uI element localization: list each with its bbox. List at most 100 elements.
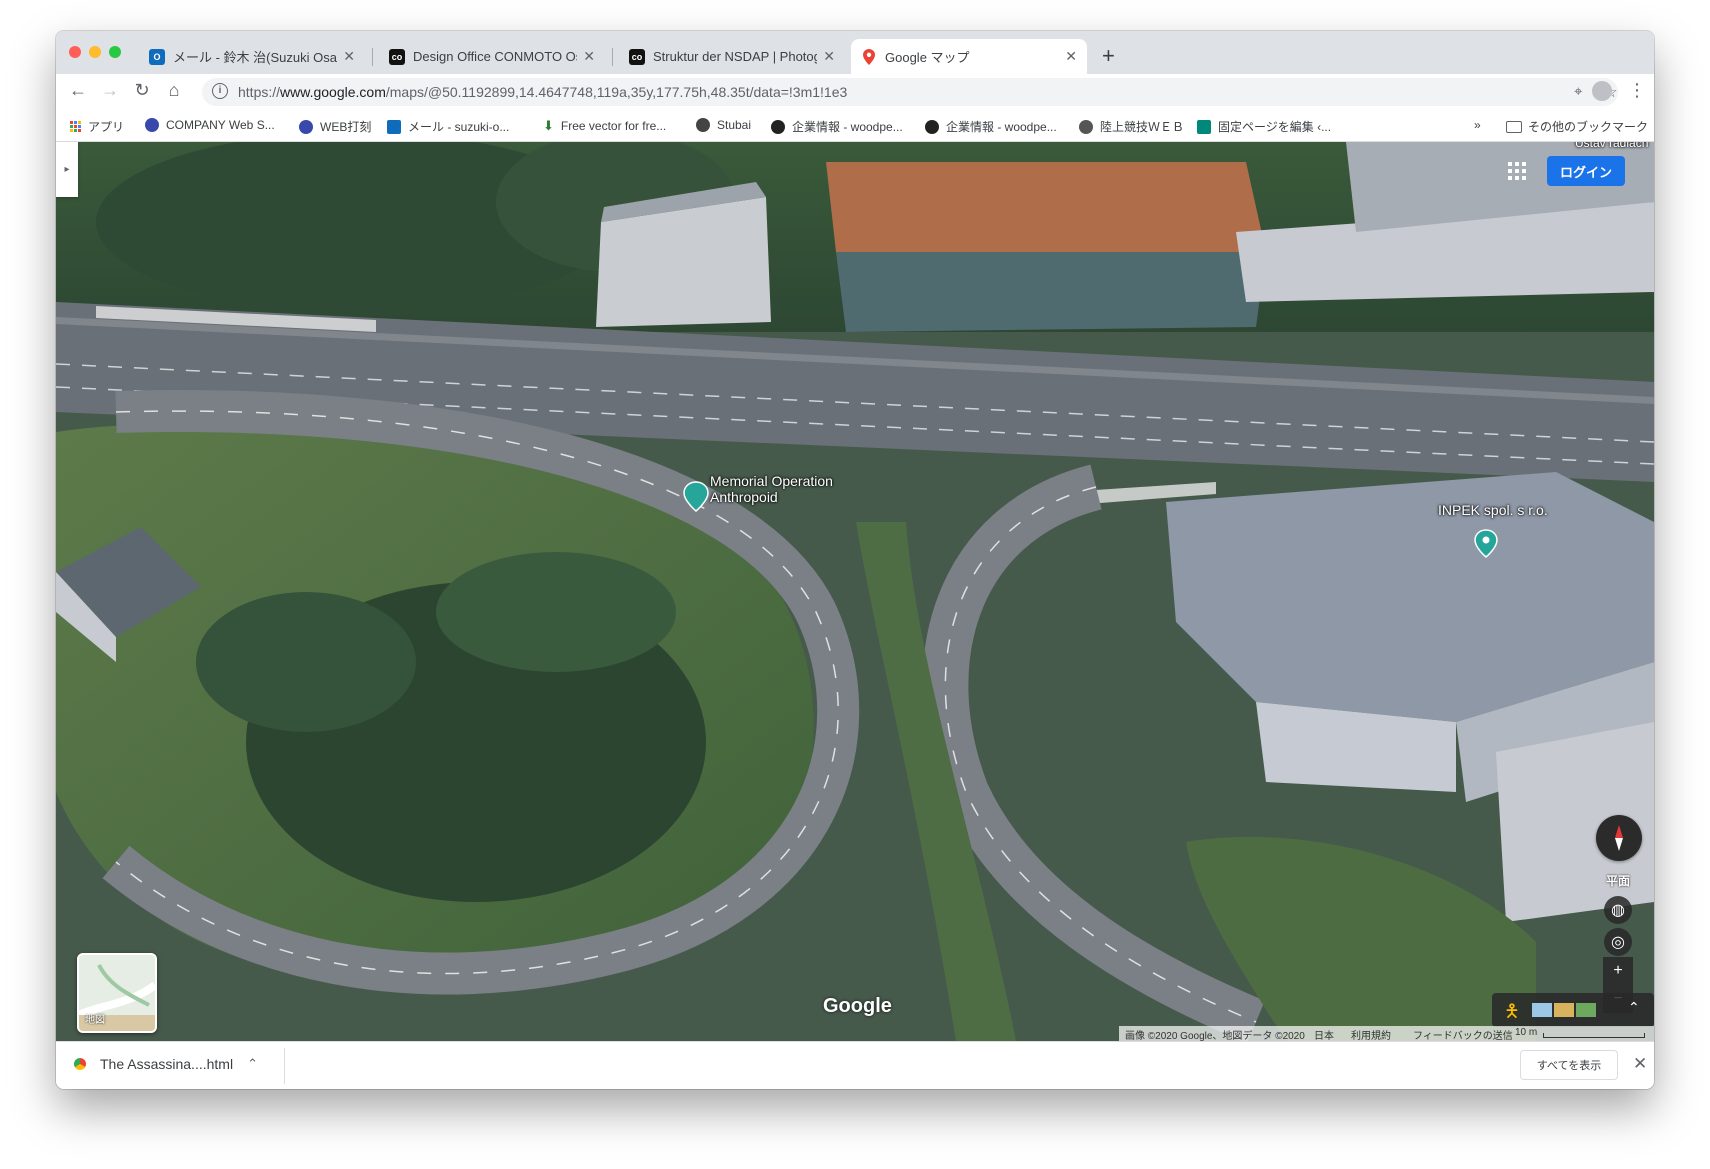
bookmark-company-web[interactable]: COMPANY Web S... <box>145 118 275 132</box>
tab-google-maps[interactable]: Google マップ ✕ <box>851 39 1087 74</box>
my-location-icon[interactable]: ◎ <box>1604 928 1632 956</box>
bookmark-apps[interactable]: アプリ <box>70 118 124 135</box>
reload-icon[interactable]: ↻ <box>130 80 154 101</box>
show-all-downloads-button[interactable]: すべてを表示 <box>1520 1050 1618 1080</box>
maximize-window-button[interactable] <box>109 46 121 58</box>
pegman-icon[interactable]: 🯅 <box>1504 999 1520 1029</box>
forward-icon[interactable]: → <box>98 80 122 101</box>
bookmark-woodpecker-2[interactable]: 企業情報 - woodpe... <box>925 118 1057 135</box>
traffic-layer-icon[interactable] <box>1532 1003 1552 1017</box>
map-canvas[interactable]: ▸ ログイン Ústav radiach Memorial Operation … <box>56 142 1654 1041</box>
tab-divider <box>372 48 373 66</box>
map-layer-toggle[interactable]: 地図 <box>77 953 157 1033</box>
google-maps-icon <box>861 48 877 65</box>
bookmarks-bar: アプリ COMPANY Web S... WEB打刻 メール - suzuki-… <box>56 110 1654 142</box>
bookmark-rikujo[interactable]: 陸上競技ＷＥＢ <box>1079 118 1184 135</box>
outlook-icon: O <box>149 48 165 65</box>
bookmark-label: 陸上競技ＷＥＢ <box>1100 120 1185 134</box>
globe-icon <box>696 118 710 132</box>
street-view-bar: 🯅 ⌃ <box>1492 993 1654 1027</box>
flat-view-button[interactable]: 平面 <box>1600 870 1636 892</box>
tab-outlook-mail[interactable]: O メール - 鈴木 治(Suzuki Osamu) ✕ <box>139 39 365 74</box>
close-window-button[interactable] <box>69 46 81 58</box>
tab-conmoto[interactable]: co Design Office CONMOTO Osamu ✕ <box>379 39 605 74</box>
address-bar[interactable]: i https://www.google.com/maps/@50.119289… <box>202 78 1618 106</box>
bookmark-label: Stubai <box>717 118 752 132</box>
place-label-memorial[interactable]: Memorial Operation Anthropoid <box>710 473 833 505</box>
terms-link[interactable]: 利用規約 <box>1351 1027 1391 1041</box>
bookmark-wp-edit[interactable]: 固定ページを編集 ‹... <box>1197 118 1331 135</box>
bookmark-label: 企業情報 - woodpe... <box>946 120 1057 134</box>
terrain-layer-icon[interactable] <box>1576 1003 1596 1017</box>
tab-struktur-nsdap[interactable]: co Struktur der NSDAP | Photogra ✕ <box>619 39 845 74</box>
bookmark-label: 企業情報 - woodpe... <box>792 120 903 134</box>
compass-icon[interactable] <box>1596 815 1642 861</box>
bookmark-label: 固定ページを編集 ‹... <box>1218 120 1332 134</box>
bookmark-label: Free vector for fre... <box>560 119 667 133</box>
attribution-text: 画像 ©2020 Google、地図データ ©2020 <box>1125 1031 1305 1041</box>
download-bar: The Assassina....html ⌃ すべてを表示 ✕ <box>56 1041 1654 1089</box>
other-bookmarks-folder[interactable]: その他のブックマーク <box>1506 118 1648 135</box>
menu-dots-icon[interactable]: ⋮ <box>1628 80 1646 101</box>
close-icon[interactable]: ✕ <box>1633 1054 1647 1074</box>
download-item[interactable]: The Assassina....html ⌃ <box>74 1056 258 1072</box>
new-tab-button[interactable]: + <box>1102 43 1115 69</box>
conmoto-icon: co <box>629 48 645 65</box>
bookmarks-overflow-button[interactable]: » <box>1474 118 1481 132</box>
globe-icon <box>1079 119 1093 134</box>
outlook-icon <box>387 119 401 134</box>
browser-toolbar: ← → ↻ ⌂ i https://www.google.com/maps/@5… <box>56 74 1654 110</box>
layer-label: 地図 <box>85 1015 105 1026</box>
minimize-window-button[interactable] <box>89 46 101 58</box>
map-attribution-bar: 画像 ©2020 Google、地図データ ©2020 日本 利用規約 フィード… <box>1119 1026 1654 1041</box>
folder-icon <box>1506 120 1522 133</box>
bookmark-mail[interactable]: メール - suzuki-o... <box>387 118 509 135</box>
chevron-up-icon[interactable]: ⌃ <box>247 1056 258 1072</box>
tab-title: メール - 鈴木 治(Suzuki Osamu) <box>173 50 337 65</box>
scale-bar <box>1543 1033 1645 1038</box>
collapse-side-panel-button[interactable]: ▸ <box>56 142 78 197</box>
google-logo: Google <box>823 995 892 1017</box>
close-icon[interactable]: ✕ <box>343 48 355 65</box>
tab-title: Struktur der NSDAP | Photogra <box>653 49 818 64</box>
corner-place-label: Ústav radiach <box>1575 142 1649 150</box>
country-link[interactable]: 日本 <box>1314 1027 1334 1041</box>
bookmark-label: その他のブックマーク <box>1528 120 1649 134</box>
bookmark-label: アプリ <box>88 120 125 134</box>
close-icon[interactable]: ✕ <box>823 48 835 65</box>
feedback-link[interactable]: フィードバックの送信 <box>1413 1027 1513 1041</box>
transit-layer-icon[interactable] <box>1554 1003 1574 1017</box>
close-icon[interactable]: ✕ <box>1065 48 1077 65</box>
login-button[interactable]: ログイン <box>1547 156 1625 186</box>
scale-label: 10 m <box>1515 1027 1538 1038</box>
apps-grid-icon <box>70 121 81 132</box>
satellite-3d-scene <box>56 142 1654 1041</box>
tab-strip: O メール - 鈴木 治(Suzuki Osamu) ✕ co Design O… <box>56 31 1654 74</box>
info-icon[interactable]: i <box>212 83 228 99</box>
bookmark-web-dakoku[interactable]: WEB打刻 <box>299 118 371 135</box>
woodpecker-icon <box>771 119 785 134</box>
globe-view-icon[interactable]: ◍ <box>1604 896 1632 924</box>
browser-window: O メール - 鈴木 治(Suzuki Osamu) ✕ co Design O… <box>56 31 1654 1089</box>
bookmark-freepik[interactable]: ⬇ Free vector for fre... <box>543 118 666 134</box>
download-arrow-icon: ⬇ <box>543 118 554 133</box>
profile-avatar[interactable] <box>1592 81 1612 101</box>
location-icon[interactable]: ⌖ <box>1574 83 1582 100</box>
url-text[interactable]: https://www.google.com/maps/@50.1192899,… <box>238 84 847 100</box>
place-label-inpek[interactable]: INPEK spol. s r.o. <box>1438 502 1548 518</box>
chevron-up-icon[interactable]: ⌃ <box>1628 999 1640 1016</box>
zoom-in-button[interactable]: + <box>1603 957 1633 985</box>
google-apps-icon[interactable] <box>1508 162 1526 180</box>
back-icon[interactable]: ← <box>66 80 90 101</box>
globe-icon <box>299 119 313 134</box>
globe-icon <box>145 118 159 132</box>
close-icon[interactable]: ✕ <box>583 48 595 65</box>
wp-icon <box>1197 119 1211 134</box>
conmoto-icon: co <box>389 48 405 65</box>
chrome-file-icon <box>74 1058 86 1070</box>
bookmark-stubai[interactable]: Stubai <box>696 118 751 132</box>
tab-title: Design Office CONMOTO Osamu <box>413 49 577 64</box>
home-icon[interactable]: ⌂ <box>162 80 186 101</box>
bookmark-woodpecker-1[interactable]: 企業情報 - woodpe... <box>771 118 903 135</box>
place-label-line: Anthropoid <box>710 489 778 505</box>
